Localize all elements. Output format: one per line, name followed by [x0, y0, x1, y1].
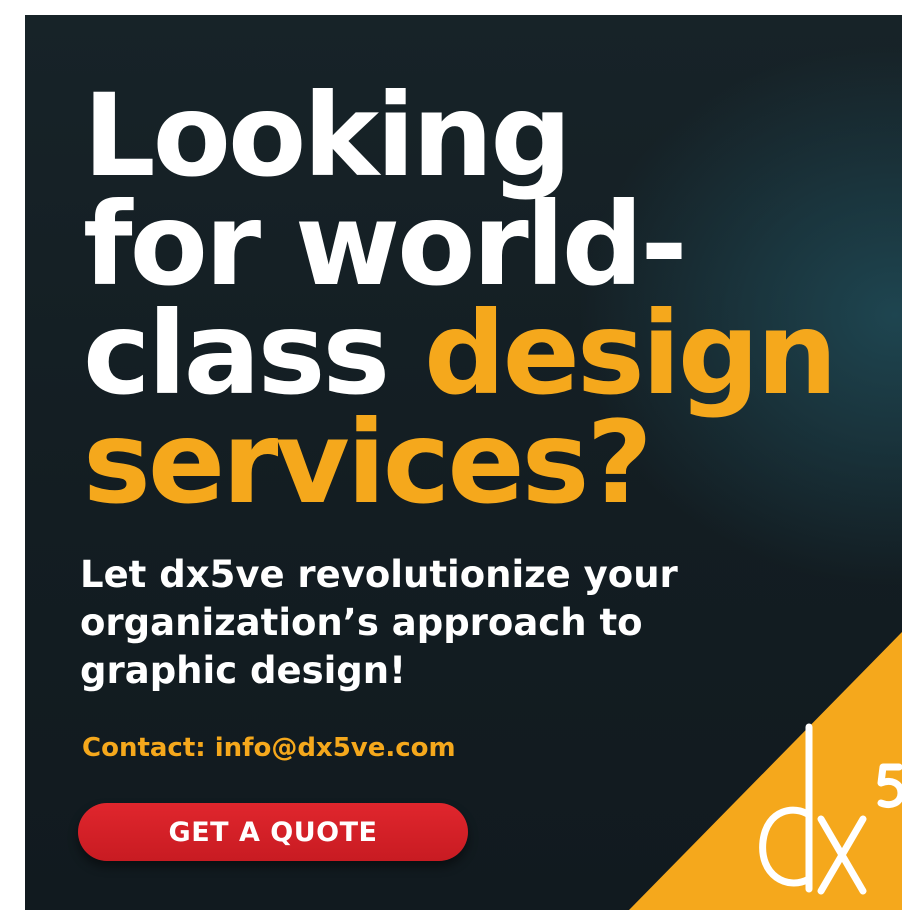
corner-logo-area: [629, 632, 902, 910]
ad-banner: Looking for world- class design services…: [25, 15, 902, 910]
